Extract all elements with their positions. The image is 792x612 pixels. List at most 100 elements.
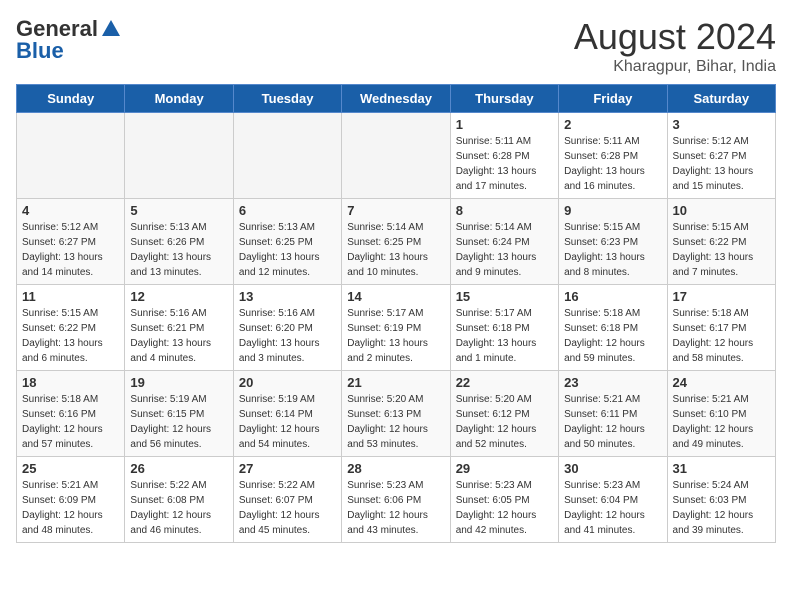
day-info: Sunrise: 5:16 AM Sunset: 6:21 PM Dayligh… [130,308,211,364]
calendar-cell: 24 Sunrise: 5:21 AM Sunset: 6:10 PM Dayli… [667,371,775,457]
day-info: Sunrise: 5:22 AM Sunset: 6:08 PM Dayligh… [130,480,211,536]
subtitle: Kharagpur, Bihar, India [574,58,776,76]
calendar-cell: 7 Sunrise: 5:14 AM Sunset: 6:25 PM Daylig… [342,199,450,285]
calendar-cell: 17 Sunrise: 5:18 AM Sunset: 6:17 PM Dayli… [667,285,775,371]
day-number: 31 [673,461,770,476]
day-number: 24 [673,375,770,390]
day-info: Sunrise: 5:21 AM Sunset: 6:11 PM Dayligh… [564,394,645,450]
page-header: General Blue August 2024 Kharagpur, Biha… [16,16,776,76]
col-header-sunday: Sunday [17,85,125,113]
day-number: 13 [239,289,336,304]
day-info: Sunrise: 5:18 AM Sunset: 6:17 PM Dayligh… [673,308,754,364]
day-info: Sunrise: 5:24 AM Sunset: 6:03 PM Dayligh… [673,480,754,536]
day-number: 10 [673,203,770,218]
title-block: August 2024 Kharagpur, Bihar, India [574,16,776,76]
calendar-cell: 27 Sunrise: 5:22 AM Sunset: 6:07 PM Dayli… [233,457,341,543]
calendar-table: SundayMondayTuesdayWednesdayThursdayFrid… [16,84,776,543]
day-number: 7 [347,203,444,218]
day-info: Sunrise: 5:17 AM Sunset: 6:19 PM Dayligh… [347,308,428,364]
day-info: Sunrise: 5:12 AM Sunset: 6:27 PM Dayligh… [22,222,103,278]
day-info: Sunrise: 5:20 AM Sunset: 6:13 PM Dayligh… [347,394,428,450]
day-number: 5 [130,203,227,218]
day-info: Sunrise: 5:17 AM Sunset: 6:18 PM Dayligh… [456,308,537,364]
day-info: Sunrise: 5:18 AM Sunset: 6:16 PM Dayligh… [22,394,103,450]
calendar-cell: 26 Sunrise: 5:22 AM Sunset: 6:08 PM Dayli… [125,457,233,543]
day-number: 18 [22,375,119,390]
day-info: Sunrise: 5:23 AM Sunset: 6:04 PM Dayligh… [564,480,645,536]
day-number: 16 [564,289,661,304]
day-number: 4 [22,203,119,218]
day-info: Sunrise: 5:20 AM Sunset: 6:12 PM Dayligh… [456,394,537,450]
day-number: 19 [130,375,227,390]
day-info: Sunrise: 5:15 AM Sunset: 6:22 PM Dayligh… [22,308,103,364]
logo: General Blue [16,16,122,64]
day-info: Sunrise: 5:11 AM Sunset: 6:28 PM Dayligh… [456,136,537,192]
col-header-wednesday: Wednesday [342,85,450,113]
day-number: 9 [564,203,661,218]
day-info: Sunrise: 5:21 AM Sunset: 6:10 PM Dayligh… [673,394,754,450]
day-info: Sunrise: 5:22 AM Sunset: 6:07 PM Dayligh… [239,480,320,536]
day-number: 11 [22,289,119,304]
day-info: Sunrise: 5:15 AM Sunset: 6:23 PM Dayligh… [564,222,645,278]
calendar-cell: 22 Sunrise: 5:20 AM Sunset: 6:12 PM Dayli… [450,371,558,457]
day-number: 17 [673,289,770,304]
day-number: 12 [130,289,227,304]
day-number: 27 [239,461,336,476]
day-number: 1 [456,117,553,132]
calendar-cell: 8Sunrise: 5:14 AM Sunset: 6:24 PM Daylig… [450,199,558,285]
day-number: 6 [239,203,336,218]
day-info: Sunrise: 5:11 AM Sunset: 6:28 PM Dayligh… [564,136,645,192]
calendar-cell: 1 Sunrise: 5:11 AM Sunset: 6:28 PM Daylig… [450,113,558,199]
day-info: Sunrise: 5:12 AM Sunset: 6:27 PM Dayligh… [673,136,754,192]
calendar-cell: 19Sunrise: 5:19 AM Sunset: 6:15 PM Dayli… [125,371,233,457]
day-number: 3 [673,117,770,132]
day-info: Sunrise: 5:14 AM Sunset: 6:25 PM Dayligh… [347,222,428,278]
calendar-cell: 11 Sunrise: 5:15 AM Sunset: 6:22 PM Dayli… [17,285,125,371]
day-number: 21 [347,375,444,390]
day-number: 20 [239,375,336,390]
calendar-cell: 30 Sunrise: 5:23 AM Sunset: 6:04 PM Dayli… [559,457,667,543]
calendar-cell: 10Sunrise: 5:15 AM Sunset: 6:22 PM Dayli… [667,199,775,285]
day-info: Sunrise: 5:16 AM Sunset: 6:20 PM Dayligh… [239,308,320,364]
day-info: Sunrise: 5:13 AM Sunset: 6:25 PM Dayligh… [239,222,320,278]
calendar-cell: 14Sunrise: 5:17 AM Sunset: 6:19 PM Dayli… [342,285,450,371]
col-header-thursday: Thursday [450,85,558,113]
day-number: 29 [456,461,553,476]
day-number: 30 [564,461,661,476]
calendar-cell: 2 Sunrise: 5:11 AM Sunset: 6:28 PM Daylig… [559,113,667,199]
calendar-cell: 31 Sunrise: 5:24 AM Sunset: 6:03 PM Dayli… [667,457,775,543]
calendar-cell: 20 Sunrise: 5:19 AM Sunset: 6:14 PM Dayli… [233,371,341,457]
col-header-tuesday: Tuesday [233,85,341,113]
calendar-cell: 4 Sunrise: 5:12 AM Sunset: 6:27 PM Daylig… [17,199,125,285]
day-number: 25 [22,461,119,476]
calendar-cell: 25Sunrise: 5:21 AM Sunset: 6:09 PM Dayli… [17,457,125,543]
col-header-saturday: Saturday [667,85,775,113]
main-title: August 2024 [574,16,776,58]
calendar-cell: 3 Sunrise: 5:12 AM Sunset: 6:27 PM Daylig… [667,113,775,199]
calendar-cell: 13 Sunrise: 5:16 AM Sunset: 6:20 PM Dayli… [233,285,341,371]
day-info: Sunrise: 5:19 AM Sunset: 6:14 PM Dayligh… [239,394,320,450]
calendar-cell [17,113,125,199]
day-number: 26 [130,461,227,476]
calendar-cell: 15Sunrise: 5:17 AM Sunset: 6:18 PM Dayli… [450,285,558,371]
day-info: Sunrise: 5:18 AM Sunset: 6:18 PM Dayligh… [564,308,645,364]
calendar-cell [125,113,233,199]
calendar-cell [233,113,341,199]
day-info: Sunrise: 5:14 AM Sunset: 6:24 PM Dayligh… [456,222,537,278]
day-number: 23 [564,375,661,390]
calendar-cell: 9 Sunrise: 5:15 AM Sunset: 6:23 PM Daylig… [559,199,667,285]
calendar-cell: 5 Sunrise: 5:13 AM Sunset: 6:26 PM Daylig… [125,199,233,285]
day-number: 2 [564,117,661,132]
calendar-cell: 6 Sunrise: 5:13 AM Sunset: 6:25 PM Daylig… [233,199,341,285]
calendar-cell: 18 Sunrise: 5:18 AM Sunset: 6:16 PM Dayli… [17,371,125,457]
calendar-cell: 28Sunrise: 5:23 AM Sunset: 6:06 PM Dayli… [342,457,450,543]
calendar-cell [342,113,450,199]
logo-icon [100,18,122,40]
logo-blue: Blue [16,38,64,64]
day-info: Sunrise: 5:13 AM Sunset: 6:26 PM Dayligh… [130,222,211,278]
col-header-friday: Friday [559,85,667,113]
calendar-cell: 16 Sunrise: 5:18 AM Sunset: 6:18 PM Dayli… [559,285,667,371]
calendar-cell: 23 Sunrise: 5:21 AM Sunset: 6:11 PM Dayli… [559,371,667,457]
day-number: 22 [456,375,553,390]
day-info: Sunrise: 5:23 AM Sunset: 6:05 PM Dayligh… [456,480,537,536]
